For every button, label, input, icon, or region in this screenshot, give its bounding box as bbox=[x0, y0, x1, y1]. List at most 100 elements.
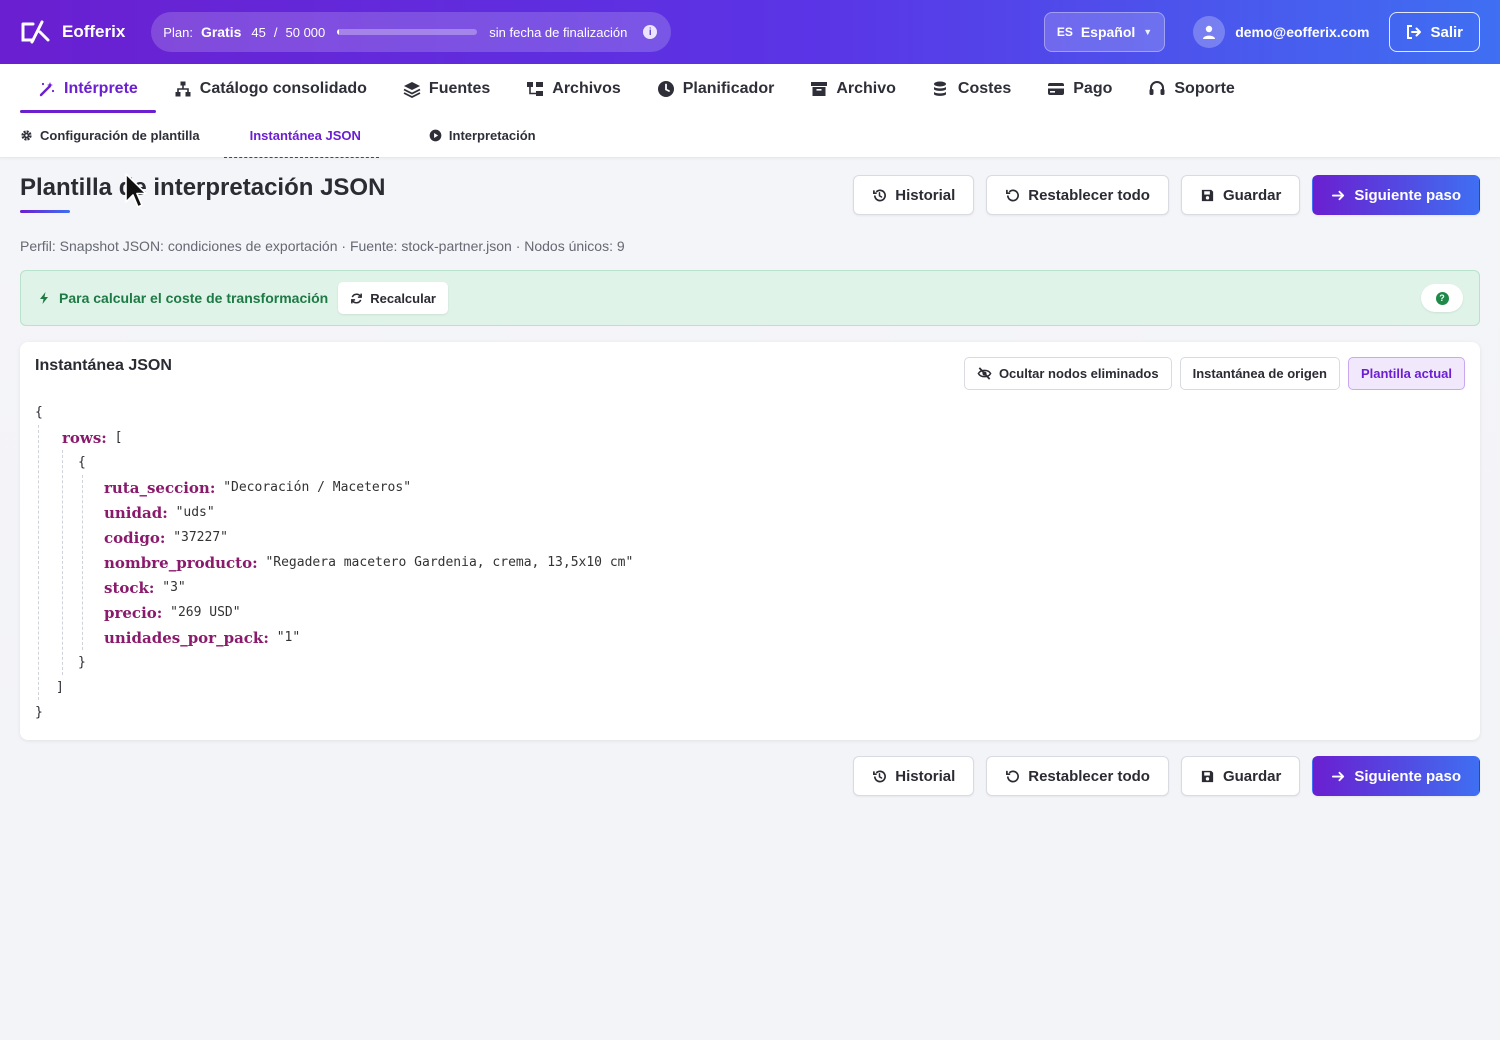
nav-label: Planificador bbox=[682, 80, 775, 97]
clock-icon bbox=[657, 81, 674, 97]
nav-item-archivo[interactable]: Archivo bbox=[792, 64, 914, 114]
help-button[interactable]: ? bbox=[1421, 284, 1463, 312]
json-key[interactable]: unidad: bbox=[104, 504, 168, 522]
save-button[interactable]: Guardar bbox=[1180, 756, 1301, 796]
nav-item-soporte[interactable]: Soporte bbox=[1130, 64, 1252, 114]
tab-label: Instantánea JSON bbox=[249, 128, 361, 143]
title-underline bbox=[20, 210, 70, 213]
json-value: "Decoración / Maceteros" bbox=[223, 480, 412, 495]
next-step-button[interactable]: Siguiente paso bbox=[1312, 756, 1480, 796]
logout-label: Salir bbox=[1430, 23, 1463, 41]
credit-card-icon bbox=[1048, 83, 1065, 95]
json-field: codigo: "37227" bbox=[35, 525, 633, 550]
json-key[interactable]: rows: bbox=[62, 429, 107, 447]
next-step-button[interactable]: Siguiente paso bbox=[1312, 175, 1480, 215]
json-key[interactable]: precio: bbox=[104, 604, 162, 622]
reset-all-button[interactable]: Restablecer todo bbox=[986, 175, 1169, 215]
json-field: nombre_producto: "Regadera macetero Gard… bbox=[35, 550, 633, 575]
usage-used: 45 bbox=[251, 24, 266, 40]
logout-button[interactable]: Salir bbox=[1389, 12, 1480, 52]
language-selector[interactable]: ES Español ▼ bbox=[1043, 12, 1166, 52]
history-icon bbox=[873, 188, 887, 201]
json-key[interactable]: nombre_producto: bbox=[104, 554, 258, 572]
main-nav: Intérprete Catálogo consolidado Fuentes … bbox=[0, 64, 1500, 114]
chevron-down-icon: ▼ bbox=[1143, 27, 1153, 37]
language-code: ES bbox=[1056, 25, 1073, 39]
tab-label: Configuración de plantilla bbox=[40, 128, 200, 143]
next-label: Siguiente paso bbox=[1354, 186, 1461, 204]
json-field: ruta_seccion: "Decoración / Maceteros" bbox=[35, 475, 633, 500]
tab-configuracion-plantilla[interactable]: Configuración de plantilla bbox=[20, 114, 200, 158]
action-bar-top: Historial Restablecer todo Guardar Sigui… bbox=[853, 175, 1480, 215]
json-value: "269 USD" bbox=[170, 605, 241, 620]
tab-interpretacion[interactable]: Interpretación bbox=[429, 114, 536, 158]
save-button[interactable]: Guardar bbox=[1180, 175, 1301, 215]
archive-icon bbox=[811, 82, 828, 96]
json-snapshot-card: Instantánea JSON Ocultar nodos eliminado… bbox=[20, 342, 1480, 740]
nav-label: Costes bbox=[957, 80, 1012, 97]
nav-label: Intérprete bbox=[64, 80, 138, 97]
reset-label: Restablecer todo bbox=[1028, 767, 1150, 785]
nav-item-planificador[interactable]: Planificador bbox=[639, 64, 793, 114]
json-punct: { bbox=[35, 405, 43, 420]
save-label: Guardar bbox=[1222, 186, 1282, 204]
json-value: "3" bbox=[162, 580, 186, 595]
undo-icon bbox=[1006, 769, 1020, 782]
history-icon bbox=[873, 769, 887, 782]
plan-usage-pill[interactable]: Plan: Gratis 45 / 50 000 sin fecha de fi… bbox=[151, 12, 672, 52]
json-key[interactable]: ruta_seccion: bbox=[104, 479, 215, 497]
app-name: Eofferix bbox=[62, 22, 126, 41]
json-punct: } bbox=[35, 705, 43, 720]
nav-item-pago[interactable]: Pago bbox=[1029, 64, 1130, 114]
json-key[interactable]: codigo: bbox=[104, 529, 165, 547]
info-icon[interactable]: i bbox=[643, 25, 658, 39]
refresh-icon bbox=[351, 292, 363, 304]
json-line: rows: [ bbox=[35, 425, 633, 450]
nav-item-archivos[interactable]: Archivos bbox=[508, 64, 638, 114]
usage-total: 50 000 bbox=[285, 24, 326, 40]
folder-tree-icon bbox=[527, 82, 544, 96]
app-logo[interactable]: Eofferix bbox=[20, 18, 125, 46]
hide-deleted-label: Ocultar nodos eliminados bbox=[998, 366, 1159, 381]
sub-nav: Configuración de plantilla Instantánea J… bbox=[0, 114, 1500, 158]
reset-all-button[interactable]: Restablecer todo bbox=[986, 756, 1169, 796]
headset-icon bbox=[1149, 81, 1165, 95]
nav-item-costes[interactable]: Costes bbox=[914, 64, 1029, 114]
arrow-right-icon bbox=[1332, 771, 1345, 781]
hide-deleted-nodes-button[interactable]: Ocultar nodos eliminados bbox=[963, 357, 1172, 390]
undo-icon bbox=[1006, 188, 1020, 201]
user-email: demo@eofferix.com bbox=[1235, 24, 1370, 40]
recalculate-button[interactable]: Recalcular bbox=[338, 282, 448, 314]
current-template-button[interactable]: Plantilla actual bbox=[1347, 357, 1465, 390]
nav-label: Pago bbox=[1073, 80, 1113, 97]
json-key[interactable]: stock: bbox=[104, 579, 154, 597]
nav-label: Archivo bbox=[836, 80, 896, 97]
card-title: Instantánea JSON bbox=[35, 357, 172, 374]
user-menu[interactable]: demo@eofferix.com bbox=[1193, 16, 1369, 48]
source-snapshot-button[interactable]: Instantánea de origen bbox=[1179, 357, 1340, 390]
json-punct: [ bbox=[114, 430, 123, 445]
tab-label: Interpretación bbox=[448, 128, 536, 143]
logo-mark-icon bbox=[21, 20, 50, 44]
json-punct: } bbox=[78, 655, 86, 670]
nav-item-interprete[interactable]: Intérprete bbox=[20, 64, 156, 114]
history-button[interactable]: Historial bbox=[853, 756, 975, 796]
tab-instantanea-json[interactable]: Instantánea JSON bbox=[223, 114, 380, 158]
json-value: "1" bbox=[276, 630, 301, 645]
banner-text: Para calcular el coste de transformación bbox=[59, 290, 329, 306]
json-line: { bbox=[35, 400, 633, 425]
plan-expiry: sin fecha de finalización bbox=[489, 24, 628, 40]
nav-item-catalogo[interactable]: Catálogo consolidado bbox=[156, 64, 385, 114]
sitemap-icon bbox=[175, 81, 191, 97]
reset-label: Restablecer todo bbox=[1028, 186, 1150, 204]
json-key[interactable]: unidades_por_pack: bbox=[104, 629, 269, 647]
json-value: "37227" bbox=[173, 530, 228, 545]
recalculate-label: Recalcular bbox=[370, 290, 436, 306]
json-line: ] bbox=[35, 675, 633, 700]
nav-item-fuentes[interactable]: Fuentes bbox=[385, 64, 508, 114]
history-button[interactable]: Historial bbox=[853, 175, 975, 215]
history-label: Historial bbox=[895, 767, 956, 785]
json-value: "Regadera macetero Gardenia, crema, 13,5… bbox=[265, 555, 634, 570]
sign-out-icon bbox=[1407, 25, 1422, 39]
action-bar-bottom: Historial Restablecer todo Guardar Sigui… bbox=[853, 756, 1480, 796]
